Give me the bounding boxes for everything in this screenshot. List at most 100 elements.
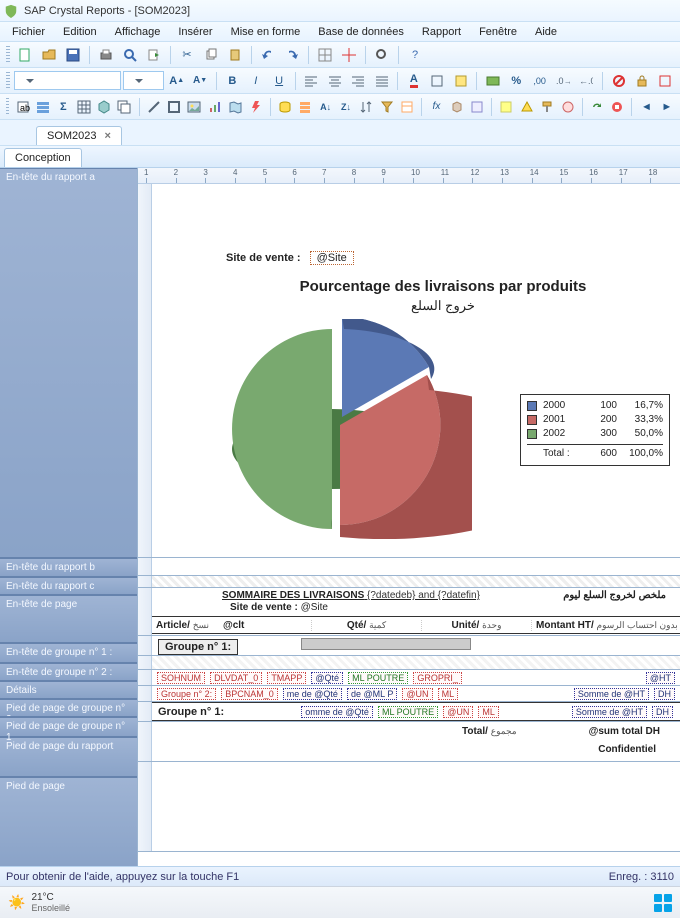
- new-icon[interactable]: [14, 44, 36, 66]
- open-icon[interactable]: [38, 44, 60, 66]
- insert-picture-icon[interactable]: [185, 96, 203, 118]
- lock-icon[interactable]: [631, 70, 652, 92]
- stop-icon[interactable]: [608, 96, 626, 118]
- section-label-ph[interactable]: En-tête de page: [0, 595, 137, 643]
- shrink-font-icon[interactable]: A▼: [189, 70, 210, 92]
- section-label-gh2[interactable]: En-tête de groupe n° 2 :: [0, 663, 137, 681]
- section-details[interactable]: SOHNUM DLVDAT_0 TMAPP @Qté ML POUTRE GRO…: [138, 670, 680, 686]
- section-label-pf[interactable]: Pied de page: [0, 777, 137, 867]
- font-combo[interactable]: [14, 71, 121, 90]
- export-icon[interactable]: [143, 44, 165, 66]
- grsort-expert-icon[interactable]: Z↓: [337, 96, 355, 118]
- redo-icon[interactable]: [281, 44, 303, 66]
- font-color-icon[interactable]: A: [403, 70, 424, 92]
- ph-summary[interactable]: SOMMAIRE DES LIVRAISONS {?datedeb} and {…: [222, 590, 480, 601]
- gf1-label[interactable]: Groupe n° 1:: [158, 706, 224, 718]
- paste-icon[interactable]: [224, 44, 246, 66]
- undo-icon[interactable]: [257, 44, 279, 66]
- menu-aide[interactable]: Aide: [527, 24, 565, 40]
- section-label-rh-c[interactable]: En-tête du rapport c: [0, 577, 137, 595]
- toolbar-grip[interactable]: [6, 98, 9, 116]
- tab-conception[interactable]: Conception: [4, 148, 82, 167]
- help-icon[interactable]: ?: [404, 44, 426, 66]
- db-expert-icon[interactable]: [276, 96, 294, 118]
- next-page-icon[interactable]: ►: [658, 96, 676, 118]
- toolbar-grip[interactable]: [6, 72, 10, 90]
- section-expert-icon[interactable]: [398, 96, 416, 118]
- align-justify-icon[interactable]: [371, 70, 392, 92]
- align-left-icon[interactable]: [301, 70, 322, 92]
- insert-chart-icon[interactable]: [206, 96, 224, 118]
- sum-total[interactable]: @sum total DH: [589, 726, 660, 737]
- menu-bdd[interactable]: Base de données: [310, 24, 412, 40]
- windows-start-icon[interactable]: [654, 894, 672, 912]
- section-gh2[interactable]: [138, 656, 680, 670]
- select-expert-icon[interactable]: [378, 96, 396, 118]
- save-icon[interactable]: [62, 44, 84, 66]
- field[interactable]: BPCNAM_0: [221, 688, 278, 700]
- underline-icon[interactable]: U: [268, 70, 289, 92]
- ph-site[interactable]: Site de vente : @Site: [230, 602, 328, 613]
- section-label-gf2[interactable]: Pied de page de groupe n° 2: [0, 699, 137, 717]
- menu-fenetre[interactable]: Fenêtre: [471, 24, 525, 40]
- percent-icon[interactable]: %: [506, 70, 527, 92]
- menu-edition[interactable]: Edition: [55, 24, 105, 40]
- field[interactable]: @UN: [402, 688, 432, 700]
- toolbar-grip[interactable]: [6, 46, 10, 64]
- section-label-rh-a[interactable]: En-tête du rapport a: [0, 168, 137, 558]
- section-pf[interactable]: [138, 762, 680, 852]
- sort-expert-icon[interactable]: A↓: [316, 96, 334, 118]
- refresh-icon[interactable]: [588, 96, 606, 118]
- section-gf1[interactable]: Groupe n° 1: omme de @Qté ML POUTRE @UN …: [138, 702, 680, 722]
- thousands-icon[interactable]: ,00: [529, 70, 550, 92]
- close-icon[interactable]: ×: [105, 130, 111, 142]
- menu-rapport[interactable]: Rapport: [414, 24, 469, 40]
- align-center-icon[interactable]: [324, 70, 345, 92]
- field[interactable]: omme de @Qté: [301, 706, 373, 718]
- field[interactable]: Somme de @HT: [572, 706, 647, 718]
- section-label-gh1[interactable]: En-tête de groupe n° 1 :: [0, 643, 137, 663]
- insert-olap-icon[interactable]: [95, 96, 113, 118]
- formula-workshop-icon[interactable]: fx: [427, 96, 445, 118]
- section-rh-a[interactable]: Site de vente : @Site Pourcentage des li…: [138, 184, 680, 558]
- insert-crosstab-icon[interactable]: [75, 96, 93, 118]
- menu-miseenforme[interactable]: Mise en forme: [223, 24, 309, 40]
- field[interactable]: DLVDAT_0: [210, 672, 262, 684]
- group-expert-icon[interactable]: [296, 96, 314, 118]
- section-label-rh-b[interactable]: En-tête du rapport b: [0, 558, 137, 577]
- section-label-det[interactable]: Détails: [0, 681, 137, 699]
- toggle-guides-icon[interactable]: [338, 44, 360, 66]
- design-canvas[interactable]: 12 34 56 78 910 1112 1314 1516 1718 Site…: [137, 168, 680, 890]
- field[interactable]: Groupe n° 2:: [157, 688, 216, 700]
- dec-decimal-icon[interactable]: ←.0: [576, 70, 597, 92]
- field[interactable]: ML POUTRE: [378, 706, 438, 718]
- taskbar[interactable]: ☀️ 21°C Ensoleillé: [0, 886, 680, 918]
- section-label-gf1[interactable]: Pied de page de groupe n° 1: [0, 717, 137, 737]
- menu-bar[interactable]: Fichier Edition Affichage Insérer Mise e…: [0, 22, 680, 42]
- section-rh-c[interactable]: [138, 576, 680, 588]
- field[interactable]: @HT: [646, 672, 675, 684]
- insert-summary-icon[interactable]: Σ: [54, 96, 72, 118]
- align-right-icon[interactable]: [347, 70, 368, 92]
- insert-group-icon[interactable]: [34, 96, 52, 118]
- insert-line-icon[interactable]: [145, 96, 163, 118]
- highlight-expert-icon[interactable]: [497, 96, 515, 118]
- insert-text-icon[interactable]: ab: [13, 96, 31, 118]
- menu-fichier[interactable]: Fichier: [4, 24, 53, 40]
- lock-size-icon[interactable]: [655, 70, 676, 92]
- alert-icon[interactable]: [518, 96, 536, 118]
- field[interactable]: @UN: [443, 706, 473, 718]
- field[interactable]: TMAPP: [267, 672, 306, 684]
- border-icon[interactable]: [427, 70, 448, 92]
- field[interactable]: ML POUTRE: [348, 672, 408, 684]
- turn-off-icon[interactable]: [558, 96, 576, 118]
- field[interactable]: de @ML P: [347, 688, 397, 700]
- section-label-rf[interactable]: Pied de page du rapport: [0, 737, 137, 777]
- field[interactable]: ML: [438, 688, 459, 700]
- suppress-icon[interactable]: [608, 70, 629, 92]
- section-rf[interactable]: Total/ مجموع @sum total DH Confidentiel: [138, 722, 680, 762]
- template-expert-icon[interactable]: [468, 96, 486, 118]
- grow-font-icon[interactable]: A▲: [166, 70, 187, 92]
- vertical-ruler[interactable]: [138, 184, 152, 557]
- format-painter-icon[interactable]: [538, 96, 556, 118]
